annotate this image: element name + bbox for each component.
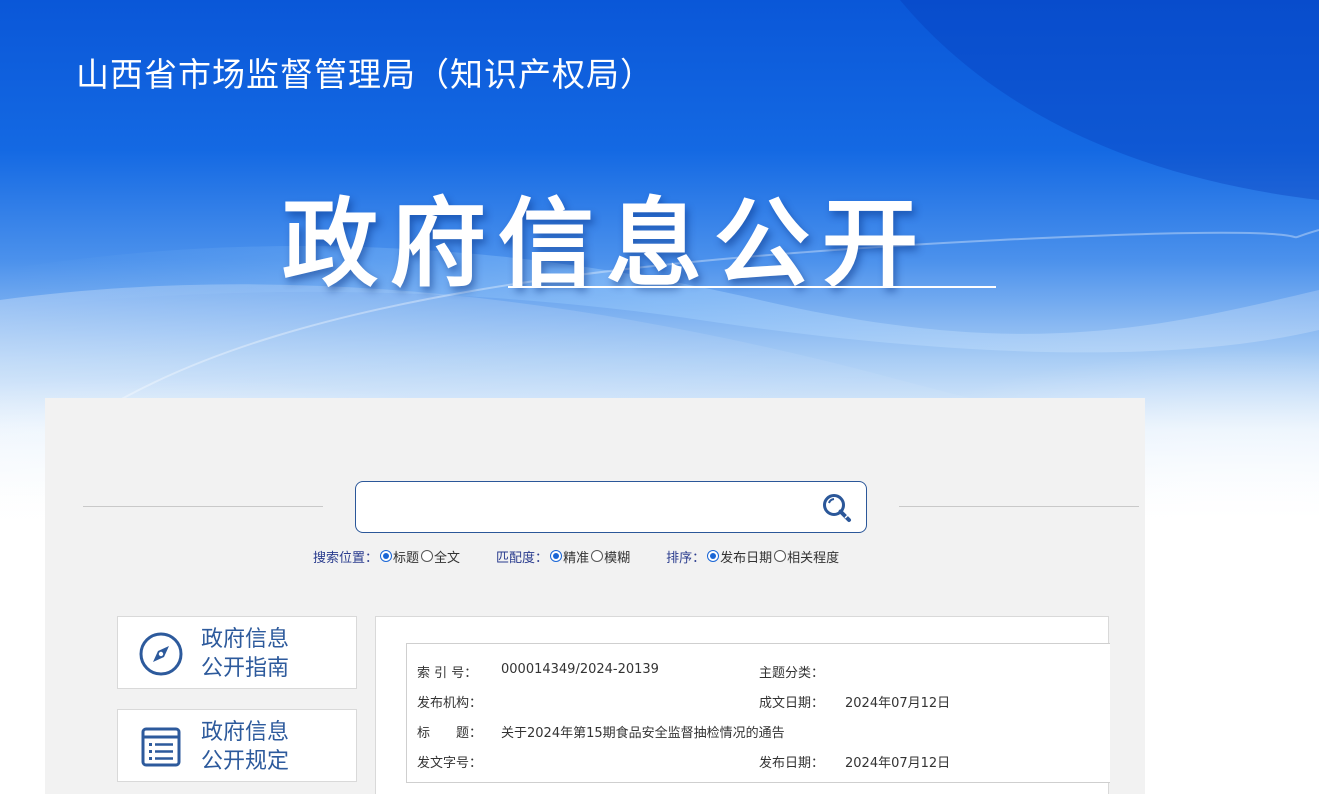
radio-relevance[interactable]: 相关程度: [774, 547, 839, 566]
compass-icon: [139, 632, 183, 676]
publish-date-value: 2024年07月12日: [845, 756, 951, 771]
radio-exact[interactable]: 精准: [550, 547, 589, 566]
publish-date-label: 发布日期：: [759, 756, 825, 771]
search-position-label: 搜索位置：: [313, 550, 379, 566]
hero-underline: [508, 286, 996, 288]
radio-fuzzy[interactable]: 模糊: [591, 547, 630, 566]
radio-publish-date[interactable]: 发布日期: [707, 547, 772, 566]
search-icon[interactable]: [820, 491, 854, 525]
match-group: 匹配度： 精准 模糊: [496, 547, 632, 566]
search-input[interactable]: [368, 492, 808, 522]
main-panel: 搜索位置： 标题 全文 匹配度： 精准 模糊 排序： 发布日期 相关程度 政府信…: [45, 398, 1145, 794]
document-list-icon: [141, 727, 181, 767]
sort-label: 排序：: [666, 550, 706, 566]
sort-group: 排序： 发布日期 相关程度: [666, 547, 841, 566]
search-box: [355, 481, 867, 533]
index-no-label: 索 引 号：: [417, 666, 478, 681]
publisher-label: 发布机构：: [417, 696, 483, 711]
divider-right: [899, 506, 1139, 507]
meta-row: 标 题： 关于2024年第15期食品安全监督抽检情况的通告: [417, 722, 1107, 742]
sidebar-item-regulations[interactable]: 政府信息 公开规定: [117, 709, 357, 782]
meta-info-table: 索 引 号： 000014349/2024-20139 主题分类： 发布机构： …: [406, 643, 1110, 783]
doc-no-label: 发文字号：: [417, 756, 483, 771]
search-options: 搜索位置： 标题 全文 匹配度： 精准 模糊 排序： 发布日期 相关程度: [313, 546, 875, 566]
topic-label: 主题分类：: [759, 666, 825, 681]
meta-row: 索 引 号： 000014349/2024-20139 主题分类：: [417, 662, 1107, 682]
meta-row: 发布机构： 成文日期： 2024年07月12日: [417, 692, 1107, 712]
match-label: 匹配度：: [496, 550, 549, 566]
written-date-value: 2024年07月12日: [845, 696, 951, 711]
title-label: 标 题：: [417, 726, 483, 741]
meta-row: 发文字号： 发布日期： 2024年07月12日: [417, 752, 1107, 772]
site-name[interactable]: 山西省市场监督管理局（知识产权局）: [76, 48, 654, 96]
radio-title[interactable]: 标题: [380, 547, 419, 566]
content-card: 索 引 号： 000014349/2024-20139 主题分类： 发布机构： …: [375, 616, 1110, 794]
radio-fulltext[interactable]: 全文: [421, 547, 460, 566]
sidebar-item-guide[interactable]: 政府信息 公开指南: [117, 616, 357, 689]
hero-title: 政府信息公开: [282, 188, 930, 300]
divider-left: [83, 506, 323, 507]
written-date-label: 成文日期：: [759, 696, 825, 711]
search-position-group: 搜索位置： 标题 全文: [313, 547, 462, 566]
title-value: 关于2024年第15期食品安全监督抽检情况的通告: [501, 726, 785, 741]
sidebar-item-label: 政府信息 公开规定: [201, 720, 290, 774]
sidebar-item-label: 政府信息 公开指南: [201, 627, 290, 681]
index-no-value: 000014349/2024-20139: [501, 662, 659, 677]
